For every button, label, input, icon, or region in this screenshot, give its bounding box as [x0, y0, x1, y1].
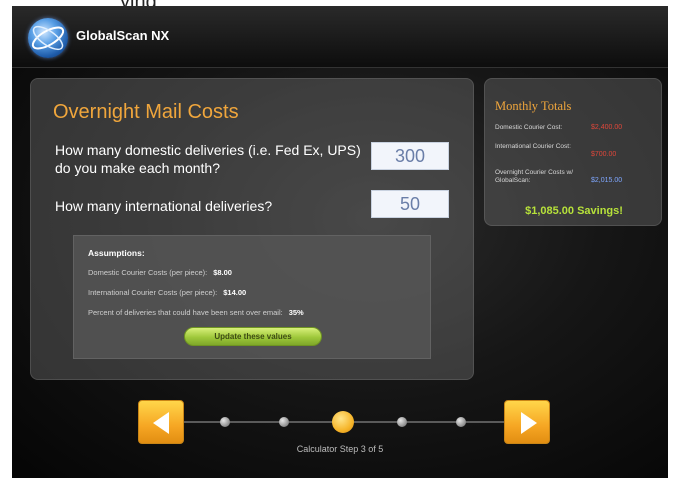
assumption-value: $8.00	[213, 268, 232, 277]
previous-step-button[interactable]	[138, 400, 184, 444]
assumption-value: 35%	[288, 308, 304, 317]
domestic-cost-label: Domestic Courier Cost:	[495, 124, 563, 131]
step-dot-1[interactable]	[220, 417, 230, 427]
globe-logo-icon	[28, 18, 68, 58]
domestic-deliveries-input[interactable]: 300	[371, 142, 449, 170]
app-frame: GlobalScan NX Overnight Mail Costs How m…	[12, 6, 668, 478]
step-indicator-label: Calculator Step 3 of 5	[296, 444, 384, 454]
globalscan-cost-value: $2,015.00	[591, 177, 623, 184]
international-question: How many international deliveries?	[55, 198, 273, 214]
app-title: GlobalScan NX	[76, 28, 170, 43]
calculator-panel: Overnight Mail Costs How many domestic d…	[30, 78, 474, 380]
app-header: GlobalScan NX	[12, 6, 668, 68]
step-dot-3-current[interactable]	[332, 411, 354, 433]
assumption-label: International Courier Costs (per piece):	[88, 288, 218, 297]
arrow-left-icon	[153, 412, 169, 434]
assumption-label: Domestic Courier Costs (per piece):	[88, 268, 208, 277]
international-deliveries-input[interactable]: 50	[371, 190, 449, 218]
assumption-value: $14.00	[223, 288, 247, 297]
arrow-right-icon	[521, 412, 537, 434]
assumptions-title: Assumptions:	[88, 248, 145, 258]
step-navigation: Calculator Step 3 of 5	[12, 396, 668, 456]
international-cost-label: International Courier Cost:	[495, 143, 571, 150]
step-dot-2[interactable]	[279, 417, 289, 427]
update-values-button[interactable]: Update these values	[184, 327, 322, 346]
assumption-international: International Courier Costs (per piece):…	[88, 288, 246, 297]
globalscan-cost-label: Overnight Courier Costs w/ GlobalScan:	[495, 169, 574, 184]
monthly-totals-title: Monthly Totals	[495, 99, 572, 113]
assumption-domestic: Domestic Courier Costs (per piece): $8.00	[88, 268, 232, 277]
assumption-label: Percent of deliveries that could have be…	[88, 308, 283, 317]
savings-text: $1,085.00 Savings!	[525, 205, 623, 217]
international-cost-value: $700.00	[591, 151, 617, 158]
step-dot-5[interactable]	[456, 417, 466, 427]
domestic-cost-value: $2,400.00	[591, 124, 623, 131]
domestic-question: How many domestic deliveries (i.e. Fed E…	[55, 142, 361, 176]
monthly-totals-panel: Monthly Totals Domestic Courier Cost: $2…	[484, 78, 662, 226]
calculator-title: Overnight Mail Costs	[53, 101, 239, 123]
next-step-button[interactable]	[504, 400, 550, 444]
step-dot-4[interactable]	[397, 417, 407, 427]
assumption-email-percent: Percent of deliveries that could have be…	[88, 308, 304, 317]
assumptions-box: Assumptions: Domestic Courier Costs (per…	[73, 235, 431, 359]
